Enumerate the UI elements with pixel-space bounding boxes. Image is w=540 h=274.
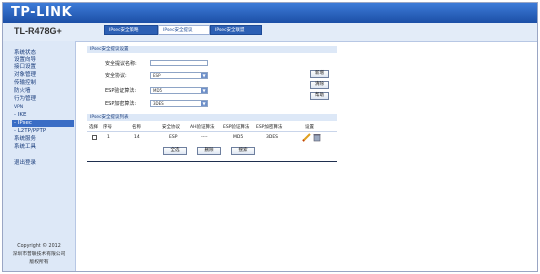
edit-pencil-icon[interactable] (302, 133, 312, 142)
esp-enc-select[interactable]: 3DES ▼ (150, 100, 208, 107)
tab-ipsec-sa[interactable]: IPsec安全联盟 (210, 25, 262, 35)
esp-enc-select-value: 3DES (153, 101, 164, 106)
top-header: TP-LINK (3, 3, 537, 23)
sidebar-item-ike[interactable]: - IKE (14, 112, 26, 119)
esp-auth-select[interactable]: MD5 ▼ (150, 87, 208, 94)
form-section-title: IPsec安全提议设置 (87, 46, 337, 53)
column-header-settings: 设置 (305, 125, 314, 130)
sidebar-item-objects[interactable]: 对象管理 (14, 72, 36, 79)
column-header-select: 选择 (89, 125, 98, 130)
proposal-name-label: 安全提议名称: (105, 61, 137, 67)
sidebar-item-l2tp-pptp[interactable]: - L2TP/PPTP (14, 128, 46, 135)
sidebar-item-transmission[interactable]: 传输控制 (14, 80, 36, 87)
sidebar-item-system-services[interactable]: 系统服务 (14, 136, 36, 143)
column-header-name: 名称 (132, 125, 141, 130)
sidebar-item-vpn[interactable]: VPN (14, 104, 23, 111)
copyright-line-2: 深圳市普联技术有限公司 (12, 252, 66, 257)
protocol-select[interactable]: ESP ▼ (150, 72, 208, 79)
chevron-down-icon: ▼ (201, 101, 207, 106)
sidebar-item-firewall[interactable]: 防火墙 (14, 88, 31, 95)
help-button[interactable]: 帮助 (310, 92, 329, 100)
row-esp-auth: MD5 (233, 135, 244, 140)
sidebar-item-system-status[interactable]: 系统状态 (14, 50, 36, 57)
protocol-select-value: ESP (153, 73, 161, 78)
chevron-down-icon: ▼ (201, 73, 207, 78)
model-name: TL-R478G+ (14, 26, 62, 36)
sidebar-item-interface[interactable]: 接口设置 (14, 64, 36, 71)
esp-auth-label: ESP验证算法: (105, 88, 137, 94)
tab-ipsec-proposal[interactable]: IPsec安全提议 (158, 25, 210, 35)
copyright-line-1: Copyright © 2012 (17, 244, 61, 249)
row-esp-enc: 3DES (266, 135, 279, 140)
column-header-esp-auth: ESP验证算法 (223, 125, 250, 130)
copyright-line-3: 版权所有 (29, 260, 49, 265)
delete-trash-icon[interactable] (313, 133, 321, 142)
row-protocol: ESP (169, 135, 178, 140)
proposal-name-input[interactable] (150, 60, 208, 66)
sidebar-item-system-tools[interactable]: 系统工具 (14, 144, 36, 151)
bottom-divider (87, 161, 337, 162)
row-ah-auth: ---- (201, 135, 208, 140)
search-button[interactable]: 搜索 (231, 147, 255, 155)
add-button[interactable]: 新增 (310, 70, 329, 78)
esp-enc-label: ESP加密算法: (105, 101, 137, 107)
brand-logo: TP-LINK (11, 5, 73, 20)
clear-button[interactable]: 清除 (310, 81, 329, 89)
select-all-button[interactable]: 全选 (163, 147, 187, 155)
row-checkbox[interactable] (92, 135, 97, 140)
list-section-title: IPsec安全提议列表 (87, 114, 337, 121)
column-header-protocol: 安全协议 (162, 125, 180, 130)
tab-bar (3, 23, 537, 42)
tab-ipsec-policy[interactable]: IPsec安全策略 (104, 25, 158, 35)
chevron-down-icon: ▼ (201, 88, 207, 93)
row-name: 14 (134, 135, 140, 140)
protocol-label: 安全协议: (105, 73, 127, 79)
column-header-index: 序号 (103, 125, 112, 130)
table-divider (87, 131, 337, 132)
esp-auth-select-value: MD5 (153, 88, 163, 93)
column-header-ah-auth: AH验证算法 (190, 125, 215, 130)
sidebar-item-behavior[interactable]: 行为管理 (14, 96, 36, 103)
delete-button[interactable]: 删除 (197, 147, 221, 155)
row-index: 1 (107, 135, 110, 140)
column-header-esp-enc: ESP加密算法 (256, 125, 283, 130)
sidebar-item-setup-wizard[interactable]: 设置向导 (14, 57, 36, 64)
sidebar-item-logout[interactable]: 退出登录 (14, 160, 36, 167)
sidebar-item-ipsec[interactable]: - IPsec (12, 120, 74, 127)
